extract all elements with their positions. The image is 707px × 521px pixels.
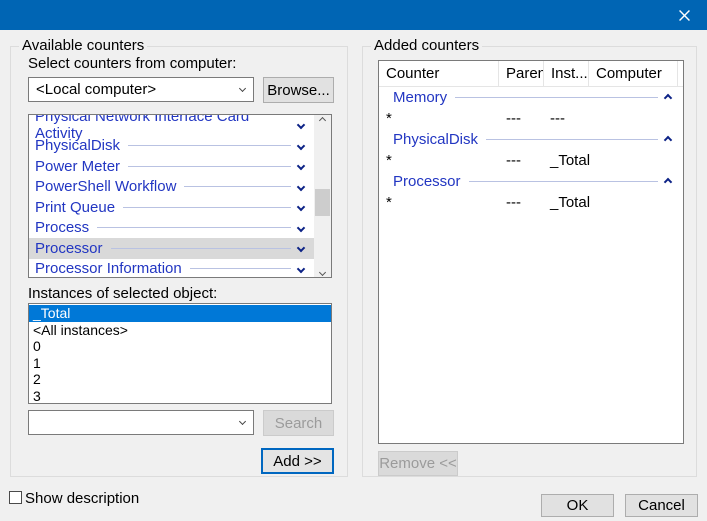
scrollbar-thumb[interactable] bbox=[315, 189, 330, 216]
chevron-down-icon bbox=[239, 417, 246, 424]
added-counters-group-label: Added counters bbox=[371, 37, 482, 54]
instances-listbox: _Total <All instances> 0 1 2 3 bbox=[28, 303, 332, 404]
chevron-down-icon[interactable] bbox=[297, 183, 305, 191]
chevron-down-icon[interactable] bbox=[297, 203, 305, 211]
add-button[interactable]: Add >> bbox=[261, 448, 334, 474]
computer-combo[interactable]: <Local computer> bbox=[28, 77, 254, 102]
instance-item[interactable]: 3 bbox=[29, 388, 331, 405]
counter-item[interactable]: Processor Information bbox=[29, 259, 314, 279]
close-icon bbox=[679, 10, 690, 21]
instance-item[interactable]: <All instances> bbox=[29, 322, 331, 339]
counter-group-header[interactable]: PhysicalDisk bbox=[379, 129, 683, 150]
scroll-up-icon[interactable] bbox=[319, 117, 326, 124]
counter-list-scrollbar[interactable] bbox=[314, 115, 331, 277]
chevron-up-icon[interactable] bbox=[664, 177, 672, 185]
column-header-counter[interactable]: Counter bbox=[379, 61, 499, 86]
table-row[interactable]: * --- _Total bbox=[379, 150, 683, 171]
ok-button[interactable]: OK bbox=[541, 494, 614, 517]
search-combo[interactable] bbox=[28, 410, 254, 435]
chevron-down-icon[interactable] bbox=[297, 244, 305, 252]
remove-button[interactable]: Remove << bbox=[378, 451, 458, 476]
show-description-checkbox[interactable] bbox=[9, 491, 22, 504]
instance-item[interactable]: 1 bbox=[29, 355, 331, 372]
column-header-computer[interactable]: Computer bbox=[589, 61, 678, 86]
chevron-up-icon[interactable] bbox=[664, 93, 672, 101]
select-computer-label: Select counters from computer: bbox=[28, 55, 236, 72]
counter-item[interactable]: Process bbox=[29, 218, 314, 239]
table-row[interactable]: * --- _Total bbox=[379, 192, 683, 213]
show-description-label: Show description bbox=[25, 490, 139, 507]
chevron-down-icon[interactable] bbox=[297, 224, 305, 232]
counter-group-header[interactable]: Processor bbox=[379, 171, 683, 192]
scroll-down-icon[interactable] bbox=[319, 269, 326, 276]
browse-button[interactable]: Browse... bbox=[263, 77, 334, 103]
available-counters-group-label: Available counters bbox=[19, 37, 147, 54]
counter-group-header[interactable]: Memory bbox=[379, 87, 683, 108]
chevron-up-icon[interactable] bbox=[664, 135, 672, 143]
table-header: Counter Parent Inst... Computer bbox=[379, 61, 683, 87]
chevron-down-icon[interactable] bbox=[297, 265, 305, 273]
computer-combo-value: <Local computer> bbox=[36, 81, 240, 98]
chevron-down-icon[interactable] bbox=[297, 142, 305, 150]
chevron-down-icon bbox=[239, 84, 246, 91]
table-row[interactable]: * --- --- bbox=[379, 108, 683, 129]
counter-item[interactable]: PowerShell Workflow bbox=[29, 177, 314, 198]
cancel-button[interactable]: Cancel bbox=[625, 494, 698, 517]
counter-item[interactable]: Print Queue bbox=[29, 197, 314, 218]
column-header-parent[interactable]: Parent bbox=[499, 61, 544, 86]
added-counters-table: Counter Parent Inst... Computer Memory *… bbox=[378, 60, 684, 444]
counter-item-selected[interactable]: Processor bbox=[29, 238, 314, 259]
counter-item[interactable]: Power Meter bbox=[29, 156, 314, 177]
chevron-down-icon[interactable] bbox=[297, 162, 305, 170]
titlebar bbox=[0, 0, 707, 30]
instance-item-selected[interactable]: _Total bbox=[29, 305, 331, 322]
chevron-down-icon[interactable] bbox=[297, 121, 305, 129]
counter-item[interactable]: Physical Network Interface Card Activity bbox=[29, 115, 314, 136]
instances-label: Instances of selected object: bbox=[28, 285, 217, 302]
close-button[interactable] bbox=[661, 0, 707, 30]
instance-item[interactable]: 2 bbox=[29, 371, 331, 388]
column-header-instance[interactable]: Inst... bbox=[544, 61, 589, 86]
counter-listbox: Physical Network Interface Card Activity… bbox=[28, 114, 332, 278]
instance-item[interactable]: 0 bbox=[29, 338, 331, 355]
search-button[interactable]: Search bbox=[263, 410, 334, 436]
